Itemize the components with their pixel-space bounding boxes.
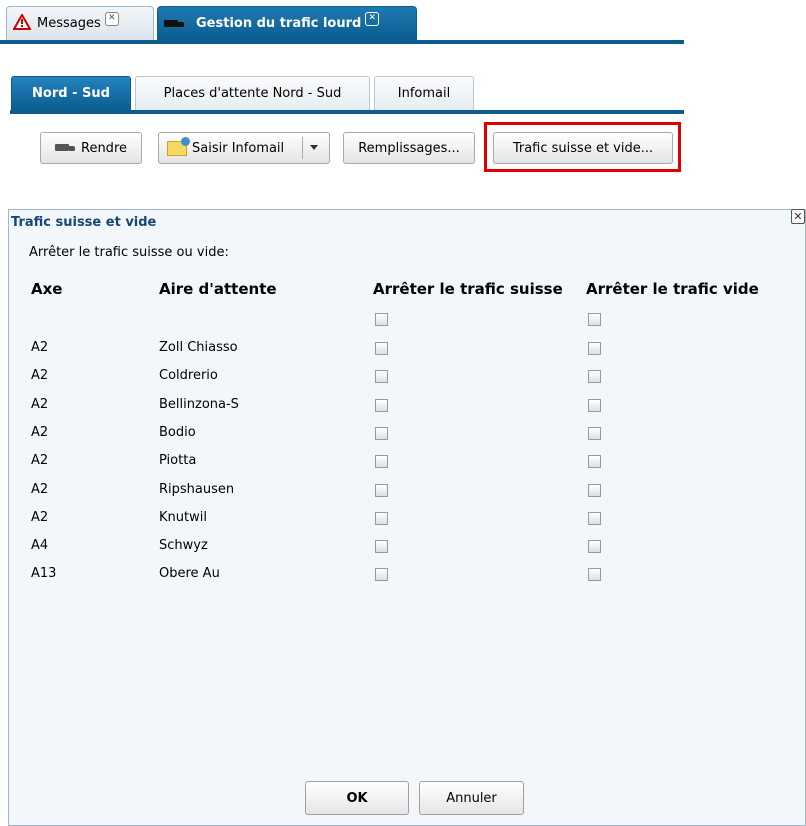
- stop-suisse-checkbox[interactable]: [375, 568, 388, 581]
- tab-nord-sud[interactable]: Nord - Sud: [11, 76, 131, 110]
- rendre-label: Rendre: [81, 140, 127, 156]
- stop-suisse-checkbox[interactable]: [375, 342, 388, 355]
- tab-infomail[interactable]: Infomail: [374, 76, 474, 110]
- tab-messages[interactable]: Messages ✕: [6, 6, 154, 40]
- tab-places-attente-label: Places d'attente Nord - Sud: [163, 86, 342, 101]
- tab-places-attente[interactable]: Places d'attente Nord - Sud: [135, 76, 370, 110]
- column-header-vide: Arrêter le trafic vide: [586, 280, 759, 298]
- stop-suisse-checkbox[interactable]: [375, 455, 388, 468]
- subtab-bar-divider: [10, 110, 684, 114]
- dialog-title: Trafic suisse et vide: [11, 215, 157, 230]
- row-aire: Knutwil: [159, 510, 207, 525]
- chevron-down-icon[interactable]: [310, 145, 318, 150]
- warning-icon: [12, 12, 32, 34]
- stop-suisse-checkbox[interactable]: [375, 370, 388, 383]
- stop-suisse-checkbox[interactable]: [375, 427, 388, 440]
- stop-vide-checkbox[interactable]: [588, 427, 601, 440]
- saisir-infomail-split-button[interactable]: Saisir Infomail: [158, 132, 330, 164]
- row-axe: A2: [31, 425, 49, 440]
- stop-vide-checkbox[interactable]: [588, 512, 601, 525]
- column-header-suisse: Arrêter le trafic suisse: [373, 280, 563, 298]
- row-axe: A2: [31, 397, 49, 412]
- row-axe: A2: [31, 482, 49, 497]
- tab-infomail-label: Infomail: [397, 86, 451, 101]
- tab-bar-divider: [0, 40, 684, 44]
- stop-suisse-checkbox[interactable]: [375, 484, 388, 497]
- trafic-suisse-vide-dialog: Trafic suisse et vide ✕ Arrêter le trafi…: [8, 209, 806, 826]
- row-axe: A4: [31, 538, 49, 553]
- row-aire: Schwyz: [159, 538, 208, 553]
- row-axe: A2: [31, 510, 49, 525]
- cancel-label: Annuler: [446, 790, 497, 806]
- saisir-infomail-label: Saisir Infomail: [192, 140, 285, 156]
- remplissages-label: Remplissages...: [358, 140, 460, 156]
- truck-icon: [55, 144, 75, 152]
- stop-suisse-checkbox[interactable]: [375, 540, 388, 553]
- ok-label: OK: [346, 790, 368, 806]
- tab-gestion-trafic-lourd[interactable]: Gestion du trafic lourd ✕: [157, 6, 417, 40]
- mail-icon: [167, 136, 190, 156]
- row-axe: A13: [31, 566, 57, 581]
- select-all-vide-checkbox[interactable]: [588, 313, 601, 326]
- stop-vide-checkbox[interactable]: [588, 370, 601, 383]
- row-aire: Obere Au: [159, 566, 220, 581]
- stop-vide-checkbox[interactable]: [588, 568, 601, 581]
- stop-suisse-checkbox[interactable]: [375, 399, 388, 412]
- stop-vide-checkbox[interactable]: [588, 399, 601, 412]
- stop-vide-checkbox[interactable]: [588, 342, 601, 355]
- tab-gestion-label: Gestion du trafic lourd: [196, 16, 362, 31]
- stop-vide-checkbox[interactable]: [588, 540, 601, 553]
- row-axe: A2: [31, 368, 49, 383]
- select-all-suisse-checkbox[interactable]: [375, 313, 388, 326]
- row-aire: Piotta: [159, 453, 197, 468]
- tab-nord-sud-label: Nord - Sud: [32, 86, 110, 101]
- truck-icon: [164, 19, 184, 28]
- row-aire: Coldrerio: [159, 368, 218, 383]
- tab-messages-label: Messages: [37, 16, 101, 31]
- dialog-subtitle: Arrêter le trafic suisse ou vide:: [29, 245, 229, 260]
- row-aire: Ripshausen: [159, 482, 235, 497]
- rendre-button[interactable]: Rendre: [40, 132, 142, 164]
- row-axe: A2: [31, 453, 49, 468]
- close-icon[interactable]: ✕: [791, 209, 805, 224]
- remplissages-button[interactable]: Remplissages...: [343, 132, 475, 164]
- ok-button[interactable]: OK: [305, 781, 409, 815]
- row-aire: Bellinzona-S: [159, 397, 239, 412]
- row-axe: A2: [31, 340, 49, 355]
- column-header-axe: Axe: [31, 280, 63, 298]
- column-header-aire: Aire d'attente: [159, 280, 277, 298]
- stop-vide-checkbox[interactable]: [588, 455, 601, 468]
- close-icon[interactable]: ✕: [104, 11, 119, 26]
- highlight-frame: [484, 122, 681, 172]
- top-tab-bar: Messages ✕ Gestion du trafic lourd ✕: [0, 0, 684, 44]
- split-separator: [302, 137, 303, 159]
- stop-vide-checkbox[interactable]: [588, 484, 601, 497]
- close-icon[interactable]: ✕: [365, 11, 380, 26]
- row-aire: Zoll Chiasso: [159, 340, 238, 355]
- cancel-button[interactable]: Annuler: [419, 781, 524, 815]
- row-aire: Bodio: [159, 425, 196, 440]
- stop-suisse-checkbox[interactable]: [375, 512, 388, 525]
